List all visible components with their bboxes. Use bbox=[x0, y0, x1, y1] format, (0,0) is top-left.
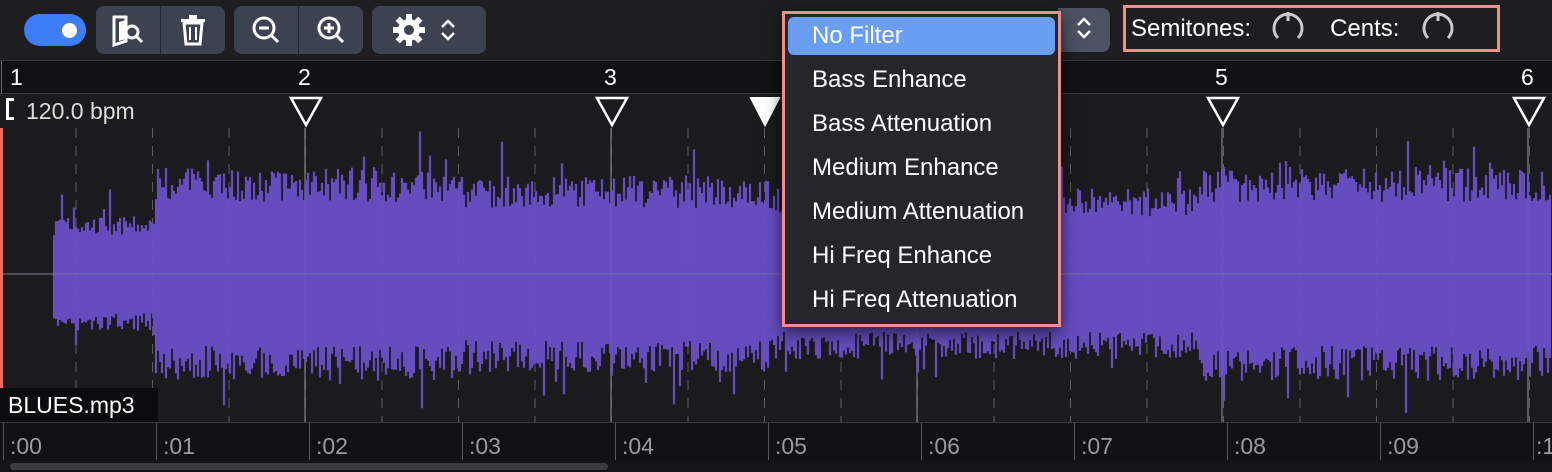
time-label: :03 bbox=[469, 433, 501, 459]
beat-marker-icon[interactable] bbox=[289, 96, 323, 128]
find-in-folder-icon bbox=[110, 13, 146, 47]
playback-toggle[interactable] bbox=[24, 14, 86, 46]
time-label: :07 bbox=[1081, 433, 1113, 459]
delete-button[interactable] bbox=[160, 6, 225, 54]
horizontal-scrollbar[interactable] bbox=[0, 460, 1552, 472]
filter-option-hi-freq-enhance[interactable]: Hi Freq Enhance bbox=[788, 237, 1055, 275]
filter-option-no-filter[interactable]: No Filter bbox=[788, 17, 1055, 55]
time-tick bbox=[1074, 423, 1075, 461]
waveform-graphic bbox=[0, 128, 1552, 422]
trash-icon bbox=[179, 14, 207, 46]
settings-button[interactable] bbox=[372, 6, 486, 54]
audio-clip-waveform[interactable] bbox=[0, 128, 1552, 422]
cents-knob[interactable] bbox=[1419, 7, 1457, 50]
time-ruler[interactable]: :00 :01 :02 :03 :04 :05 :06 :07 :08 :09 … bbox=[0, 422, 1552, 461]
time-label: :04 bbox=[622, 433, 654, 459]
cents-label: Cents: bbox=[1330, 14, 1400, 42]
file-button-group bbox=[96, 6, 225, 54]
gear-icon bbox=[392, 13, 426, 47]
time-label: :00 bbox=[10, 433, 42, 459]
time-tick bbox=[1380, 423, 1381, 461]
bar-number: 2 bbox=[298, 64, 311, 90]
filter-option-bass-enhance[interactable]: Bass Enhance bbox=[788, 61, 1055, 99]
time-label: :06 bbox=[928, 433, 960, 459]
beat-marker-icon[interactable] bbox=[595, 96, 629, 128]
semitones-knob[interactable] bbox=[1269, 7, 1307, 50]
bar-number: 3 bbox=[604, 64, 617, 90]
time-tick bbox=[1227, 423, 1228, 461]
semitones-label: Semitones: bbox=[1131, 14, 1252, 42]
time-label: :02 bbox=[316, 433, 348, 459]
filter-option-bass-attenuation[interactable]: Bass Attenuation bbox=[788, 105, 1055, 143]
bar-tick bbox=[1, 61, 2, 95]
time-label: :01 bbox=[163, 433, 195, 459]
time-label: :09 bbox=[1387, 433, 1419, 459]
clip-left-edge[interactable] bbox=[0, 128, 3, 422]
beat-marker-icon[interactable] bbox=[1512, 96, 1546, 128]
clip-name: BLUES.mp3 bbox=[0, 388, 158, 422]
beat-marker-icon[interactable] bbox=[1206, 96, 1240, 128]
time-tick bbox=[615, 423, 616, 461]
time-tick bbox=[3, 423, 4, 461]
time-tick bbox=[462, 423, 463, 461]
time-tick bbox=[156, 423, 157, 461]
bar-number: 1 bbox=[10, 64, 23, 90]
bar-number: 6 bbox=[1521, 64, 1534, 90]
time-tick bbox=[921, 423, 922, 461]
filter-option-medium-enhance[interactable]: Medium Enhance bbox=[788, 149, 1055, 187]
toggle-knob bbox=[62, 23, 77, 38]
bar-ruler[interactable]: 1 2 3 4 5 6 bbox=[0, 60, 1552, 95]
time-tick bbox=[768, 423, 769, 461]
tempo-label[interactable]: 120.0 bpm bbox=[26, 98, 135, 125]
zoom-out-button[interactable] bbox=[234, 6, 298, 54]
zoom-in-button[interactable] bbox=[298, 6, 363, 54]
time-label: :08 bbox=[1234, 433, 1266, 459]
playhead-marker-icon[interactable] bbox=[749, 96, 781, 128]
time-tick bbox=[309, 423, 310, 461]
filter-dropdown-menu: No Filter Bass Enhance Bass Attenuation … bbox=[782, 11, 1061, 327]
time-tick bbox=[1533, 423, 1534, 461]
bar-number: 5 bbox=[1215, 64, 1228, 90]
time-label: :05 bbox=[775, 433, 807, 459]
zoom-button-group bbox=[234, 6, 363, 54]
time-label: :1 bbox=[1536, 433, 1552, 459]
tempo-track: 120.0 bpm bbox=[0, 94, 1552, 128]
find-in-folder-button[interactable] bbox=[96, 6, 160, 54]
filter-select-stepper[interactable] bbox=[1058, 8, 1110, 52]
toolbar: Semitones: Cents: bbox=[0, 0, 1552, 60]
chevron-updown-icon bbox=[1076, 15, 1092, 46]
zoom-out-icon bbox=[251, 15, 281, 45]
tempo-bracket-icon bbox=[6, 98, 14, 120]
zoom-in-icon bbox=[316, 15, 346, 45]
chevron-updown-icon bbox=[440, 17, 456, 43]
filter-option-hi-freq-attenuation[interactable]: Hi Freq Attenuation bbox=[788, 281, 1055, 319]
settings-group bbox=[372, 6, 486, 54]
scrollbar-thumb[interactable] bbox=[10, 463, 608, 470]
filter-option-medium-attenuation[interactable]: Medium Attenuation bbox=[788, 193, 1055, 231]
pitch-controls: Semitones: Cents: bbox=[1123, 5, 1500, 52]
